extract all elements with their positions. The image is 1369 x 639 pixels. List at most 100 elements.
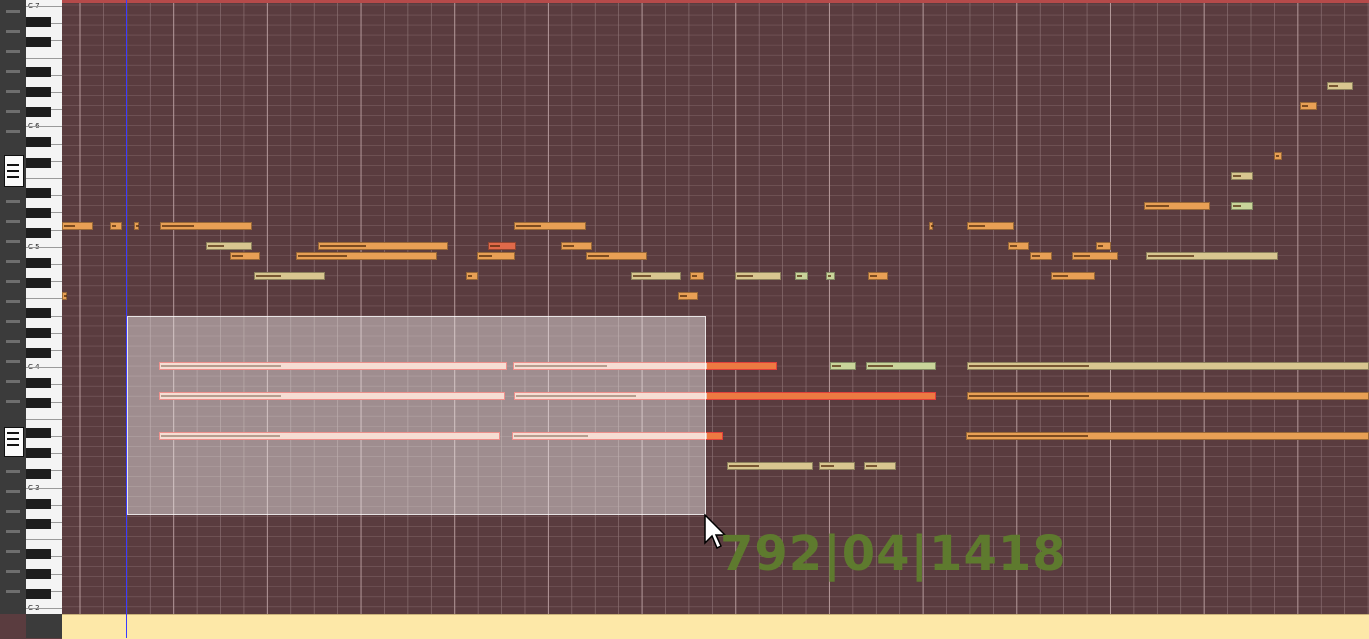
playhead-cursor[interactable]	[126, 0, 127, 638]
midi-note[interactable]	[866, 362, 936, 370]
midi-note[interactable]	[62, 222, 93, 230]
midi-note[interactable]	[514, 222, 586, 230]
white-key[interactable]	[26, 57, 62, 59]
midi-note[interactable]	[1008, 242, 1029, 250]
midi-note[interactable]	[1096, 242, 1111, 250]
midi-note[interactable]	[678, 292, 698, 300]
strip-tick	[6, 570, 20, 573]
midi-note[interactable]	[966, 432, 1369, 440]
midi-note[interactable]	[864, 462, 896, 470]
strip-tick	[6, 280, 20, 283]
white-key[interactable]	[26, 539, 62, 541]
timeline-ruler[interactable]	[62, 614, 1369, 639]
black-key[interactable]	[26, 398, 51, 409]
black-key[interactable]	[26, 568, 51, 579]
strip-tick	[6, 340, 20, 343]
midi-note[interactable]	[1072, 252, 1118, 260]
midi-note[interactable]	[795, 272, 808, 280]
midi-note[interactable]	[690, 272, 704, 280]
black-key[interactable]	[26, 308, 51, 319]
midi-note[interactable]	[466, 272, 478, 280]
black-key[interactable]	[26, 137, 51, 148]
black-key[interactable]	[26, 428, 51, 439]
black-key[interactable]	[26, 348, 51, 359]
black-key[interactable]	[26, 67, 51, 78]
black-key[interactable]	[26, 548, 51, 559]
velocity-bar	[1148, 255, 1195, 257]
midi-note[interactable]	[631, 272, 681, 280]
midi-note[interactable]	[1274, 152, 1282, 160]
midi-note[interactable]	[1300, 102, 1317, 110]
midi-note[interactable]	[1231, 172, 1253, 180]
midi-note[interactable]	[819, 462, 855, 470]
midi-note[interactable]	[1051, 272, 1095, 280]
white-key[interactable]	[26, 298, 62, 300]
black-key[interactable]	[26, 518, 51, 529]
black-key[interactable]	[26, 257, 51, 268]
midi-note[interactable]	[735, 272, 781, 280]
vertical-scroll-thumb-top[interactable]	[4, 155, 24, 187]
midi-note[interactable]	[477, 252, 515, 260]
black-key[interactable]	[26, 378, 51, 389]
loop-range-marker[interactable]	[62, 0, 1369, 3]
black-key[interactable]	[26, 187, 51, 198]
midi-note[interactable]	[230, 252, 260, 260]
black-key[interactable]	[26, 157, 51, 168]
velocity-bar	[256, 275, 281, 277]
midi-note[interactable]	[967, 362, 1369, 370]
midi-note[interactable]	[929, 222, 934, 230]
black-key[interactable]	[26, 498, 51, 509]
black-key[interactable]	[26, 328, 51, 339]
black-key[interactable]	[26, 17, 51, 28]
strip-tick	[6, 30, 20, 33]
midi-note[interactable]	[1030, 252, 1052, 260]
white-key[interactable]	[26, 126, 62, 128]
zoom-scroll-strip[interactable]	[0, 0, 26, 614]
midi-note[interactable]	[62, 292, 67, 300]
midi-note[interactable]	[160, 222, 252, 230]
black-key[interactable]	[26, 87, 51, 98]
strip-tick	[6, 320, 20, 323]
piano-keyboard[interactable]: C 7C 6C 5C 4C 3C 2	[26, 0, 63, 614]
midi-note[interactable]	[561, 242, 592, 250]
black-key[interactable]	[26, 107, 51, 118]
vertical-scroll-thumb-bottom[interactable]	[4, 427, 24, 457]
midi-note[interactable]	[727, 462, 813, 470]
white-key[interactable]	[26, 487, 62, 489]
white-key[interactable]	[26, 608, 62, 609]
midi-note[interactable]	[1146, 252, 1278, 260]
velocity-bar	[969, 395, 1089, 397]
white-key[interactable]	[26, 418, 62, 420]
black-key[interactable]	[26, 207, 51, 218]
strip-tick	[6, 360, 20, 363]
midi-note[interactable]	[110, 222, 122, 230]
midi-note[interactable]	[254, 272, 325, 280]
midi-note[interactable]	[967, 392, 1369, 400]
black-key[interactable]	[26, 277, 51, 288]
midi-note[interactable]	[1327, 82, 1353, 90]
velocity-bar	[208, 245, 225, 247]
midi-note[interactable]	[826, 272, 835, 280]
white-key[interactable]	[26, 367, 62, 369]
black-key[interactable]	[26, 37, 51, 48]
midi-note[interactable]	[1231, 202, 1253, 210]
velocity-bar	[298, 255, 348, 257]
black-key[interactable]	[26, 448, 51, 459]
white-key[interactable]	[26, 246, 62, 248]
midi-note[interactable]	[586, 252, 647, 260]
black-key[interactable]	[26, 227, 51, 238]
white-key[interactable]	[26, 6, 62, 7]
midi-note[interactable]	[296, 252, 437, 260]
midi-note[interactable]	[1144, 202, 1210, 210]
midi-note[interactable]	[868, 272, 888, 280]
midi-note[interactable]	[830, 362, 856, 370]
midi-note[interactable]	[134, 222, 139, 230]
midi-note[interactable]	[967, 222, 1014, 230]
midi-note[interactable]	[318, 242, 448, 250]
black-key[interactable]	[26, 468, 51, 479]
midi-note[interactable]	[206, 242, 252, 250]
white-key[interactable]	[26, 178, 62, 179]
black-key[interactable]	[26, 588, 51, 599]
midi-note[interactable]	[488, 242, 516, 250]
velocity-bar	[1302, 105, 1308, 107]
